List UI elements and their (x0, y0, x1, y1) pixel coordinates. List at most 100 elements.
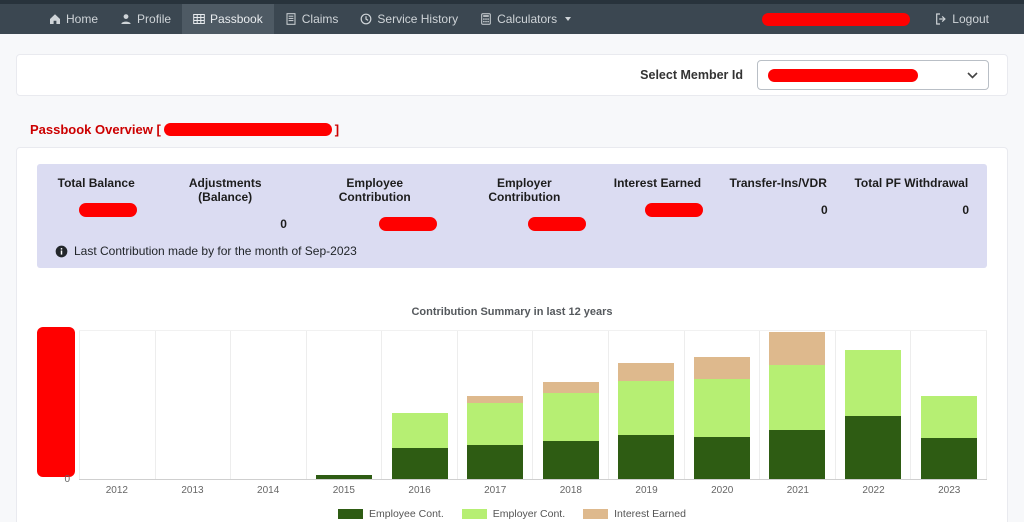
home-icon (49, 13, 61, 25)
legend-swatch-employee-cont (338, 509, 363, 519)
summary-col-total-balance: Total Balance (55, 176, 137, 231)
chart-title: Contribution Summary in last 12 years (37, 306, 987, 318)
bar-segment-2021-employer-cont (769, 365, 825, 430)
bar-segment-2018-employee-cont (543, 441, 599, 479)
bar-2015 (316, 475, 372, 479)
nav-label: Calculators (497, 12, 557, 26)
history-clock-icon (360, 13, 372, 25)
y-axis: 0 (37, 330, 79, 480)
chart-column-2021 (759, 331, 835, 479)
redacted-overview-member-id (164, 123, 332, 136)
chart-column-2015 (306, 331, 382, 479)
summary-label: Total Balance (55, 176, 137, 190)
summary-value (612, 203, 703, 217)
nav-label: Service History (377, 12, 458, 26)
logout-button[interactable]: Logout (924, 12, 1000, 26)
bar-segment-2018-interest-earned (543, 382, 599, 393)
bar-segment-2020-interest-earned (694, 357, 750, 379)
contribution-chart: Contribution Summary in last 12 years 0 … (37, 306, 987, 520)
redacted-total-balance (79, 203, 137, 217)
bar-segment-2017-interest-earned (467, 396, 523, 403)
legend-label: Employee Cont. (369, 508, 444, 520)
summary-label: Employer Contribution (463, 176, 587, 204)
x-axis-label-2022: 2022 (836, 485, 912, 496)
summary-label: Employee Contribution (313, 176, 437, 204)
legend-swatch-employer-cont (462, 509, 487, 519)
redacted-interest-earned (645, 203, 703, 217)
member-id-select[interactable] (757, 60, 989, 90)
redacted-member-id (768, 69, 918, 82)
x-axis-label-2017: 2017 (457, 485, 533, 496)
summary-col-interest-earned: Interest Earned (612, 176, 703, 231)
summary-label: Interest Earned (612, 176, 703, 190)
chart-column-2017 (457, 331, 533, 479)
logout-icon (935, 13, 947, 25)
summary-label: Transfer-Ins/VDR (729, 176, 828, 190)
nav-item-home[interactable]: Home (38, 4, 109, 34)
bar-segment-2022-employer-cont (845, 350, 901, 416)
heading-suffix: ] (335, 122, 339, 137)
bar-segment-2016-employer-cont (392, 413, 448, 448)
summary-value (55, 203, 137, 217)
x-axis-label-2015: 2015 (306, 485, 382, 496)
bar-segment-2016-employee-cont (392, 448, 448, 479)
redacted-user-info (762, 13, 910, 26)
x-axis-label-2016: 2016 (382, 485, 458, 496)
bar-2022 (845, 350, 901, 479)
member-select-label: Select Member Id (640, 68, 743, 82)
x-axis-labels: 2012201320142015201620172018201920202021… (79, 485, 987, 496)
x-axis-label-2023: 2023 (911, 485, 987, 496)
redacted-y-axis-labels (37, 327, 75, 477)
x-axis-label-2021: 2021 (760, 485, 836, 496)
table-icon (193, 13, 205, 25)
nav-label: Claims (302, 12, 339, 26)
summary-label: Total PF Withdrawal (854, 176, 969, 190)
summary-panel: Total Balance Adjustments (Balance) 0 Em… (37, 164, 987, 268)
y-axis-tick-zero: 0 (64, 474, 70, 485)
bar-segment-2021-employee-cont (769, 430, 825, 479)
nav-label: Home (66, 12, 98, 26)
redacted-employer-contribution (528, 217, 586, 231)
summary-col-adjustments: Adjustments (Balance) 0 (163, 176, 287, 231)
passbook-overview-heading: Passbook Overview [ ] (30, 122, 1024, 137)
chart-column-2020 (684, 331, 760, 479)
chart-column-2016 (381, 331, 457, 479)
bar-segment-2018-employer-cont (543, 393, 599, 441)
bar-segment-2022-employee-cont (845, 416, 901, 479)
legend-item-employee-cont[interactable]: Employee Cont. (338, 508, 444, 520)
x-axis-label-2018: 2018 (533, 485, 609, 496)
bar-2023 (921, 396, 977, 479)
summary-label: Adjustments (Balance) (163, 176, 287, 204)
bar-segment-2019-employer-cont (618, 381, 674, 435)
nav-item-calculators[interactable]: Calculators (469, 4, 582, 34)
x-axis-label-2019: 2019 (609, 485, 685, 496)
chart-legend: Employee Cont. Employer Cont. Interest Ear… (37, 508, 987, 520)
chart-column-2018 (532, 331, 608, 479)
bar-2016 (392, 413, 448, 479)
summary-value (463, 217, 587, 231)
summary-col-transfer-ins: Transfer-Ins/VDR 0 (729, 176, 828, 231)
nav-item-profile[interactable]: Profile (109, 4, 182, 34)
redacted-employee-contribution (379, 217, 437, 231)
x-axis-label-2013: 2013 (155, 485, 231, 496)
bar-segment-2019-employee-cont (618, 435, 674, 479)
nav-item-claims[interactable]: Claims (274, 4, 350, 34)
chart-column-2012 (79, 331, 155, 479)
nav-item-service-history[interactable]: Service History (349, 4, 469, 34)
summary-value: 0 (729, 203, 828, 217)
bar-segment-2017-employer-cont (467, 403, 523, 445)
chart-column-2014 (230, 331, 306, 479)
bar-segment-2023-employer-cont (921, 396, 977, 438)
x-axis-label-2012: 2012 (79, 485, 155, 496)
heading-prefix: Passbook Overview [ (30, 122, 161, 137)
chart-column-2023 (910, 331, 987, 479)
bar-segment-2023-employee-cont (921, 438, 977, 479)
legend-item-employer-cont[interactable]: Employer Cont. (462, 508, 565, 520)
select-chevron-down-icon (967, 72, 978, 79)
bar-2019 (618, 363, 674, 479)
nav-item-passbook[interactable]: Passbook (182, 4, 274, 34)
chevron-down-icon (565, 17, 571, 21)
summary-value: 0 (163, 217, 287, 231)
legend-item-interest-earned[interactable]: Interest Earned (583, 508, 686, 520)
document-icon (285, 13, 297, 25)
